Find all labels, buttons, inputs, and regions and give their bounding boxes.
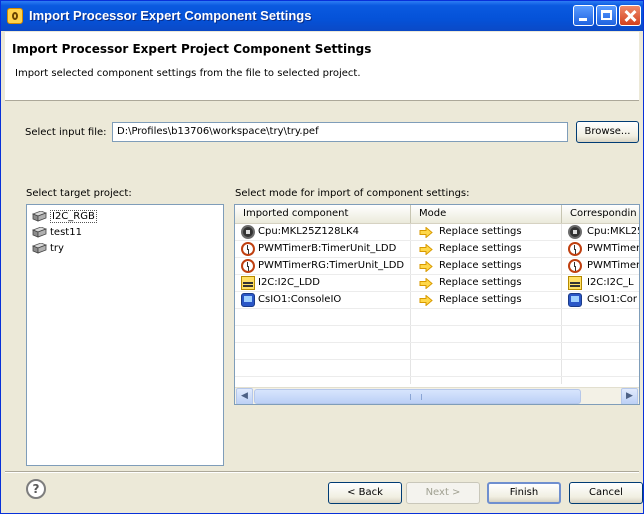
project-icon xyxy=(32,211,47,222)
console-icon xyxy=(241,293,255,307)
input-file-label: Select input file: xyxy=(25,127,107,138)
table-row[interactable]: PWMTimerRG:TimerUnit_LDD Replace settings… xyxy=(235,258,639,275)
components-label: Select mode for import of component sett… xyxy=(235,188,470,199)
column-header-mode[interactable]: Mode xyxy=(411,205,562,223)
processor-expert-icon xyxy=(7,8,23,24)
timer-icon xyxy=(568,259,582,273)
scroll-thumb[interactable] xyxy=(254,389,581,404)
table-header: Imported component Mode Correspondin xyxy=(235,205,639,224)
cell-corresponding: Cpu:MKL25 xyxy=(562,224,640,240)
finish-button[interactable]: Finish xyxy=(487,482,561,504)
cell-mode[interactable]: Replace settings xyxy=(411,224,561,240)
timer-icon xyxy=(241,242,255,256)
component-name: PWMTimerB:TimerUnit_LDD xyxy=(258,243,397,254)
cell-corresponding: CsIO1:Cor xyxy=(562,292,639,308)
mode-value: Replace settings xyxy=(439,294,522,305)
mode-value: Replace settings xyxy=(439,226,522,237)
mode-value: Replace settings xyxy=(439,277,522,288)
scroll-grip-icon xyxy=(410,394,422,400)
scroll-left-button[interactable]: ◀ xyxy=(236,388,253,404)
cell-corresponding: PWMTimer xyxy=(562,241,640,257)
page-title: Import Processor Expert Project Componen… xyxy=(12,42,372,56)
console-icon xyxy=(568,293,582,307)
i2c-icon xyxy=(568,276,582,290)
corresponding-name: PWMTimer xyxy=(587,260,640,271)
project-icon xyxy=(32,243,47,254)
horizontal-scrollbar[interactable]: ◀ ▶ xyxy=(235,387,639,404)
timer-icon xyxy=(241,259,255,273)
empty-table-row xyxy=(235,343,639,360)
cell-component: PWMTimerB:TimerUnit_LDD xyxy=(235,241,410,257)
cell-mode[interactable]: Replace settings xyxy=(411,241,561,257)
title-bar[interactable]: Import Processor Expert Component Settin… xyxy=(1,1,643,31)
mode-value: Replace settings xyxy=(439,243,522,254)
project-item[interactable]: I2C_RGB xyxy=(30,209,97,225)
corresponding-name: I2C:I2C_L xyxy=(587,277,634,288)
cell-mode[interactable]: Replace settings xyxy=(411,275,561,291)
cell-corresponding: PWMTimer xyxy=(562,258,640,274)
input-file-field[interactable]: D:\Profiles\b13706\workspace\try\try.pef xyxy=(112,122,568,142)
cancel-button[interactable]: Cancel xyxy=(569,482,643,504)
table-row[interactable]: CsIO1:ConsoleIO Replace settings CsIO1:Cor xyxy=(235,292,639,309)
target-project-label: Select target project: xyxy=(26,188,132,199)
empty-table-row xyxy=(235,309,639,326)
help-icon[interactable]: ? xyxy=(26,479,46,499)
project-item-label: try xyxy=(50,243,64,254)
footer-separator xyxy=(5,471,639,473)
cpu-icon xyxy=(241,225,255,239)
table-body: Cpu:MKL25Z128LK4 Replace settings Cpu:MKL2… xyxy=(235,224,639,394)
component-name: Cpu:MKL25Z128LK4 xyxy=(258,226,359,237)
component-name: I2C:I2C_LDD xyxy=(258,277,320,288)
cell-component: Cpu:MKL25Z128LK4 xyxy=(235,224,410,240)
project-item[interactable]: test11 xyxy=(30,225,82,241)
minimize-button[interactable] xyxy=(573,5,594,26)
scroll-right-button[interactable]: ▶ xyxy=(621,388,638,404)
next-button[interactable]: Next > xyxy=(406,482,480,504)
import-settings-dialog: Import Processor Expert Component Settin… xyxy=(0,0,644,514)
column-header-imported-component[interactable]: Imported component xyxy=(235,205,411,223)
project-item[interactable]: try xyxy=(30,241,64,257)
corresponding-name: Cpu:MKL25 xyxy=(587,226,640,237)
cpu-icon xyxy=(568,225,582,239)
close-button[interactable] xyxy=(619,5,641,26)
empty-table-row xyxy=(235,326,639,343)
component-name: PWMTimerRG:TimerUnit_LDD xyxy=(258,260,405,271)
maximize-button[interactable] xyxy=(596,5,617,26)
back-button[interactable]: < Back xyxy=(328,482,402,504)
page-description: Import selected component settings from … xyxy=(15,68,361,79)
cell-component: I2C:I2C_LDD xyxy=(235,275,410,291)
component-name: CsIO1:ConsoleIO xyxy=(258,294,342,305)
project-icon xyxy=(32,227,47,238)
cell-component: PWMTimerRG:TimerUnit_LDD xyxy=(235,258,410,274)
window-title: Import Processor Expert Component Settin… xyxy=(29,8,312,23)
i2c-icon xyxy=(241,276,255,290)
table-row[interactable]: I2C:I2C_LDD Replace settings I2C:I2C_L xyxy=(235,275,639,292)
empty-table-row xyxy=(235,360,639,377)
cell-mode[interactable]: Replace settings xyxy=(411,292,561,308)
cell-component: CsIO1:ConsoleIO xyxy=(235,292,410,308)
table-row[interactable]: PWMTimerB:TimerUnit_LDD Replace settings P… xyxy=(235,241,639,258)
cell-mode[interactable]: Replace settings xyxy=(411,258,561,274)
wizard-header: Import Processor Expert Project Componen… xyxy=(5,32,639,101)
target-project-list[interactable]: I2C_RGB test11 try xyxy=(26,204,224,466)
timer-icon xyxy=(568,242,582,256)
corresponding-name: PWMTimer xyxy=(587,243,640,254)
browse-button[interactable]: Browse... xyxy=(576,121,639,143)
cell-corresponding: I2C:I2C_L xyxy=(562,275,639,291)
table-row[interactable]: Cpu:MKL25Z128LK4 Replace settings Cpu:MKL2… xyxy=(235,224,639,241)
mode-value: Replace settings xyxy=(439,260,522,271)
project-item-label: I2C_RGB xyxy=(50,210,97,223)
project-item-label: test11 xyxy=(50,227,82,238)
components-table[interactable]: Imported component Mode Correspondin Cpu… xyxy=(234,204,640,405)
column-header-corresponding[interactable]: Correspondin xyxy=(562,205,639,223)
corresponding-name: CsIO1:Cor xyxy=(587,294,637,305)
